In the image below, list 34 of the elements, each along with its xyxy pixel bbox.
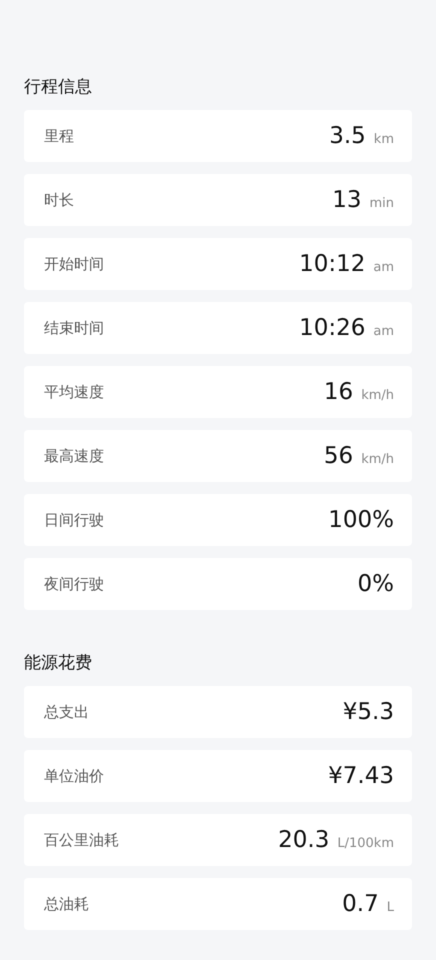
row-unit: km/h — [361, 452, 394, 467]
row-label: 百公里油耗 — [44, 830, 119, 850]
row-value: 16 — [324, 379, 354, 405]
section-title: 行程信息 — [24, 76, 93, 99]
row-value: 100% — [328, 507, 394, 533]
row-label: 总支出 — [44, 702, 89, 722]
row-value: 10:26 — [299, 315, 366, 341]
row-unit: am — [373, 324, 394, 339]
row-unit: am — [373, 260, 394, 275]
row-unit: km — [374, 132, 394, 147]
row-label: 单位油价 — [44, 766, 104, 786]
row-label: 日间行驶 — [44, 510, 104, 530]
row-value: ¥5.3 — [342, 699, 394, 725]
row-unit: L/100km — [337, 836, 394, 851]
row-value: 0% — [358, 571, 394, 597]
row-value: 20.3 — [278, 827, 330, 853]
row-value: 13 — [332, 187, 362, 213]
row-label: 里程 — [44, 126, 74, 146]
row-label: 总油耗 — [44, 894, 89, 914]
row-value: 3.5 — [329, 123, 366, 149]
row-value: 56 — [324, 443, 354, 469]
row-label: 结束时间 — [44, 318, 104, 338]
row-label: 开始时间 — [44, 254, 104, 274]
row-unit: min — [369, 196, 394, 211]
section-title: 能源花费 — [24, 652, 93, 675]
row-value: ¥7.43 — [328, 763, 394, 789]
row-unit: km/h — [361, 388, 394, 403]
row-label: 平均速度 — [44, 382, 104, 402]
row-value: 0.7 — [342, 891, 379, 917]
row-label: 夜间行驶 — [44, 574, 104, 594]
row-label: 时长 — [44, 190, 74, 210]
row-value: 10:12 — [299, 251, 366, 277]
row-unit: L — [386, 900, 394, 915]
row-label: 最高速度 — [44, 446, 104, 466]
